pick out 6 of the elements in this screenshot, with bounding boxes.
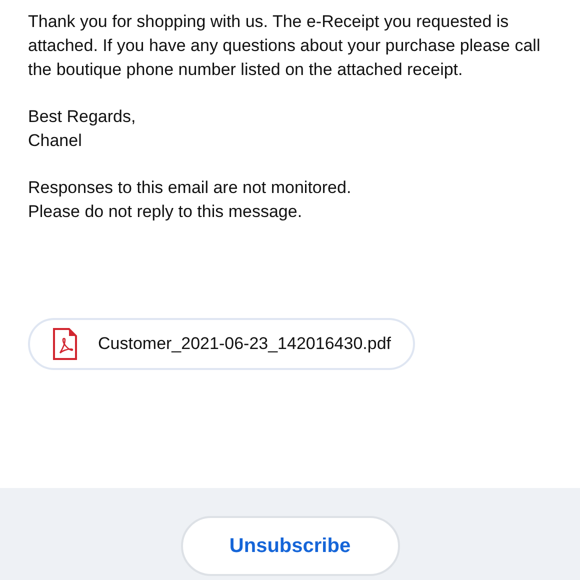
message-paragraph: Thank you for shopping with us. The e-Receipt you requested is attached. If you have any questions about your purchase please call the boutique phone number listed on the attached receipt. bbox=[28, 11, 542, 81]
pdf-file-icon bbox=[52, 328, 78, 360]
attachment-chip[interactable]: Customer_2021-06-23_142016430.pdf bbox=[28, 318, 416, 370]
message-paragraph: Best Regards, Chanel bbox=[28, 106, 137, 152]
message-paragraph: Responses to this email are not monitored. Please do not reply to this message. bbox=[28, 177, 352, 223]
unsubscribe-button[interactable]: Unsubscribe bbox=[180, 516, 400, 576]
